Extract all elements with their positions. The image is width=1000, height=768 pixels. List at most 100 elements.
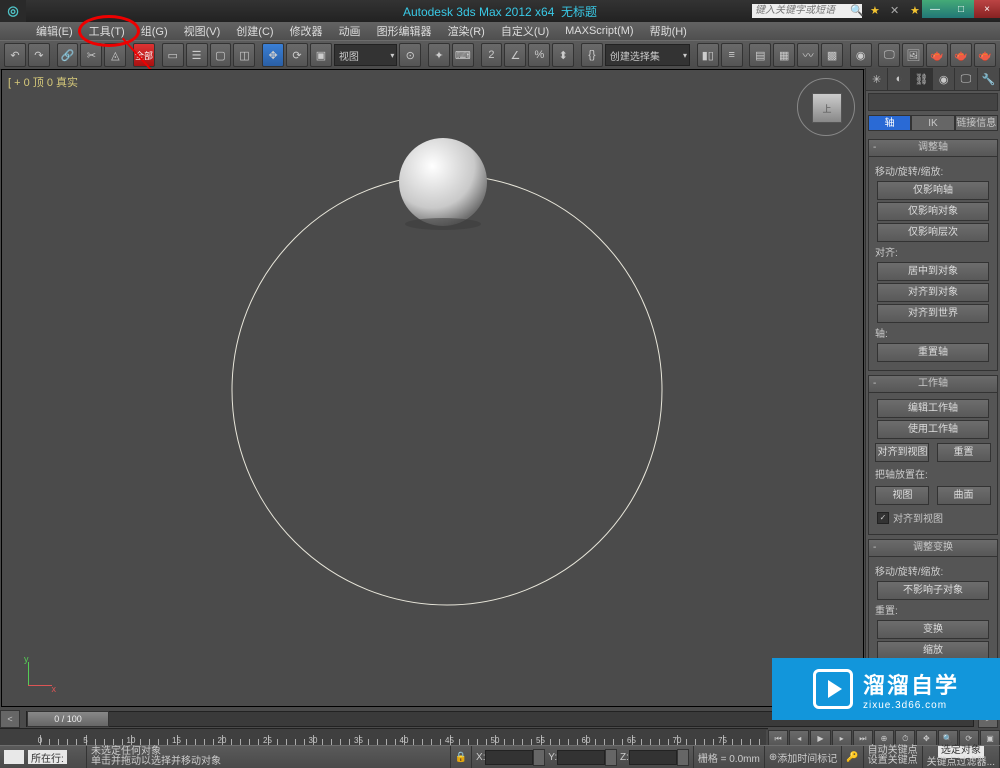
align-to-view-checkbox[interactable]: ✓对齐到视图 <box>877 510 989 525</box>
object-color-swatch[interactable] <box>868 93 998 111</box>
graphite-ribbon-button[interactable]: ▦ <box>773 43 795 67</box>
menu-create[interactable]: 创建(C) <box>228 22 281 40</box>
reset-working-pivot-button[interactable]: 重置 <box>937 443 991 462</box>
mini-listener-input[interactable]: 所在行: <box>28 750 67 764</box>
tab-create-icon[interactable]: ✳ <box>866 68 888 90</box>
keyboard-shortcut-button[interactable]: ⌨ <box>452 43 474 67</box>
help-search-input[interactable]: 键入关键字或短语 <box>752 4 862 18</box>
setkey-button[interactable]: 设置关键点 <box>868 756 918 766</box>
select-manipulate-button[interactable]: ✦ <box>428 43 450 67</box>
named-selset-dropdown[interactable]: 创建选择集 <box>605 44 690 66</box>
place-pivot-surface-button[interactable]: 曲面 <box>937 486 991 505</box>
time-slider-prev[interactable]: < <box>0 710 20 728</box>
bind-spacewarp-button[interactable]: ◬ <box>104 43 126 67</box>
render-production-button[interactable]: 🫖 <box>926 43 948 67</box>
select-region-button[interactable]: ▢ <box>210 43 232 67</box>
key-filters-button[interactable]: 关键点过滤器... <box>927 758 995 768</box>
render-iterative-button[interactable]: 🫖 <box>950 43 972 67</box>
nav-zoom-button[interactable]: 🔍 <box>938 730 958 747</box>
snaps-percent-button[interactable]: % <box>528 43 550 67</box>
coord-x-input[interactable] <box>485 750 533 765</box>
subtab-ik[interactable]: IK <box>911 115 954 131</box>
tab-motion-icon[interactable]: ◉ <box>933 68 955 90</box>
render-button[interactable]: 🫖 <box>974 43 996 67</box>
affect-pivot-only-button[interactable]: 仅影响轴 <box>877 181 989 200</box>
time-config-button[interactable]: ⏱ <box>895 730 915 747</box>
next-frame-button[interactable]: ▸ <box>832 730 852 747</box>
render-frame-button[interactable]: 🖼 <box>902 43 924 67</box>
nav-pan-button[interactable]: ✥ <box>916 730 936 747</box>
tab-hierarchy-icon[interactable]: ⛓ <box>911 68 933 90</box>
affect-hierarchy-only-button[interactable]: 仅影响层次 <box>877 223 989 242</box>
render-setup-button[interactable]: 🖵 <box>878 43 900 67</box>
subtab-pivot[interactable]: 轴 <box>868 115 911 131</box>
spinner-snap-button[interactable]: ⬍ <box>552 43 574 67</box>
use-pivot-center-button[interactable]: ⊙ <box>399 43 421 67</box>
key-mode-button[interactable]: ⊕ <box>874 730 894 747</box>
reset-pivot-button[interactable]: 重置轴 <box>877 343 989 362</box>
track-bar[interactable]: 051015202530354045505560657075 <box>0 728 768 746</box>
subtab-linkinfo[interactable]: 链接信息 <box>955 115 998 131</box>
schematic-view-button[interactable]: ▩ <box>821 43 843 67</box>
nav-maximize-button[interactable]: ▣ <box>980 730 1000 747</box>
coord-z-spinner[interactable] <box>677 749 689 766</box>
menu-tools[interactable]: 工具(T) <box>81 22 133 40</box>
menu-animation[interactable]: 动画 <box>331 22 369 40</box>
search-icon[interactable]: 🔍 <box>850 4 864 18</box>
menu-customize[interactable]: 自定义(U) <box>493 22 557 40</box>
goto-end-button[interactable]: ⏭ <box>853 730 873 747</box>
dont-affect-children-button[interactable]: 不影响子对象 <box>877 581 989 600</box>
unlink-button[interactable]: ✂ <box>80 43 102 67</box>
link-button[interactable]: 🔗 <box>57 43 79 67</box>
center-to-object-button[interactable]: 居中到对象 <box>877 262 989 281</box>
coord-y-input[interactable] <box>557 750 605 765</box>
select-by-name-button[interactable]: ☰ <box>186 43 208 67</box>
mini-listener-pink[interactable] <box>4 750 24 764</box>
tab-display-icon[interactable]: 🖵 <box>955 68 977 90</box>
menu-views[interactable]: 视图(V) <box>176 22 229 40</box>
redo-button[interactable]: ↷ <box>28 43 50 67</box>
isolate-toggle-icon[interactable]: 🔑 <box>842 746 863 768</box>
selection-filter-all[interactable]: 全部 <box>133 43 155 67</box>
coord-x-spinner[interactable] <box>533 749 545 766</box>
edit-working-pivot-button[interactable]: 编辑工作轴 <box>877 399 989 418</box>
material-editor-button[interactable]: ◉ <box>850 43 872 67</box>
align-button[interactable]: ≡ <box>721 43 743 67</box>
coord-z-input[interactable] <box>629 750 677 765</box>
use-working-pivot-button[interactable]: 使用工作轴 <box>877 420 989 439</box>
align-to-world-button[interactable]: 对齐到世界 <box>877 304 989 323</box>
coord-y-spinner[interactable] <box>605 749 617 766</box>
prev-frame-button[interactable]: ◂ <box>789 730 809 747</box>
place-pivot-view-button[interactable]: 视图 <box>875 486 929 505</box>
undo-button[interactable]: ↶ <box>4 43 26 67</box>
select-scale-button[interactable]: ▣ <box>310 43 332 67</box>
menu-rendering[interactable]: 渲染(R) <box>440 22 493 40</box>
rollout-adjust-transform[interactable]: 调整变换 <box>868 539 998 557</box>
menu-modifiers[interactable]: 修改器 <box>282 22 331 40</box>
selection-lock-icon[interactable]: 🔒 <box>451 746 472 768</box>
select-object-button[interactable]: ▭ <box>162 43 184 67</box>
ref-coord-dropdown[interactable]: 视图 <box>334 44 397 66</box>
time-slider-handle[interactable]: 0 / 100 <box>27 711 109 727</box>
snaps-angle-button[interactable]: ∠ <box>504 43 526 67</box>
menu-grapheditors[interactable]: 图形编辑器 <box>369 22 440 40</box>
menu-group[interactable]: 组(G) <box>133 22 176 40</box>
menu-help[interactable]: 帮助(H) <box>642 22 695 40</box>
align-to-object-button[interactable]: 对齐到对象 <box>877 283 989 302</box>
tab-utilities-icon[interactable]: 🔧 <box>978 68 1000 90</box>
close-button[interactable]: × <box>974 0 1000 18</box>
viewport-top[interactable]: [ + 0 顶 0 真实 y x 上 <box>1 69 864 707</box>
play-button[interactable]: ▶ <box>810 730 830 747</box>
snaps-2d-button[interactable]: 2 <box>481 43 503 67</box>
viewcube[interactable]: 上 <box>797 78 855 136</box>
layer-manager-button[interactable]: ▤ <box>749 43 771 67</box>
edit-named-sel-button[interactable]: {} <box>581 43 603 67</box>
window-crossing-button[interactable]: ◫ <box>233 43 255 67</box>
rollout-adjust-pivot[interactable]: 调整轴 <box>868 139 998 157</box>
exchange-icon[interactable]: ✕ <box>890 4 904 18</box>
maximize-button[interactable]: □ <box>948 0 974 18</box>
tab-modify-icon[interactable]: ◐ <box>888 68 910 90</box>
menu-edit[interactable]: 编辑(E) <box>28 22 81 40</box>
rollout-working-pivot[interactable]: 工作轴 <box>868 375 998 393</box>
nav-orbit-button[interactable]: ⟳ <box>959 730 979 747</box>
